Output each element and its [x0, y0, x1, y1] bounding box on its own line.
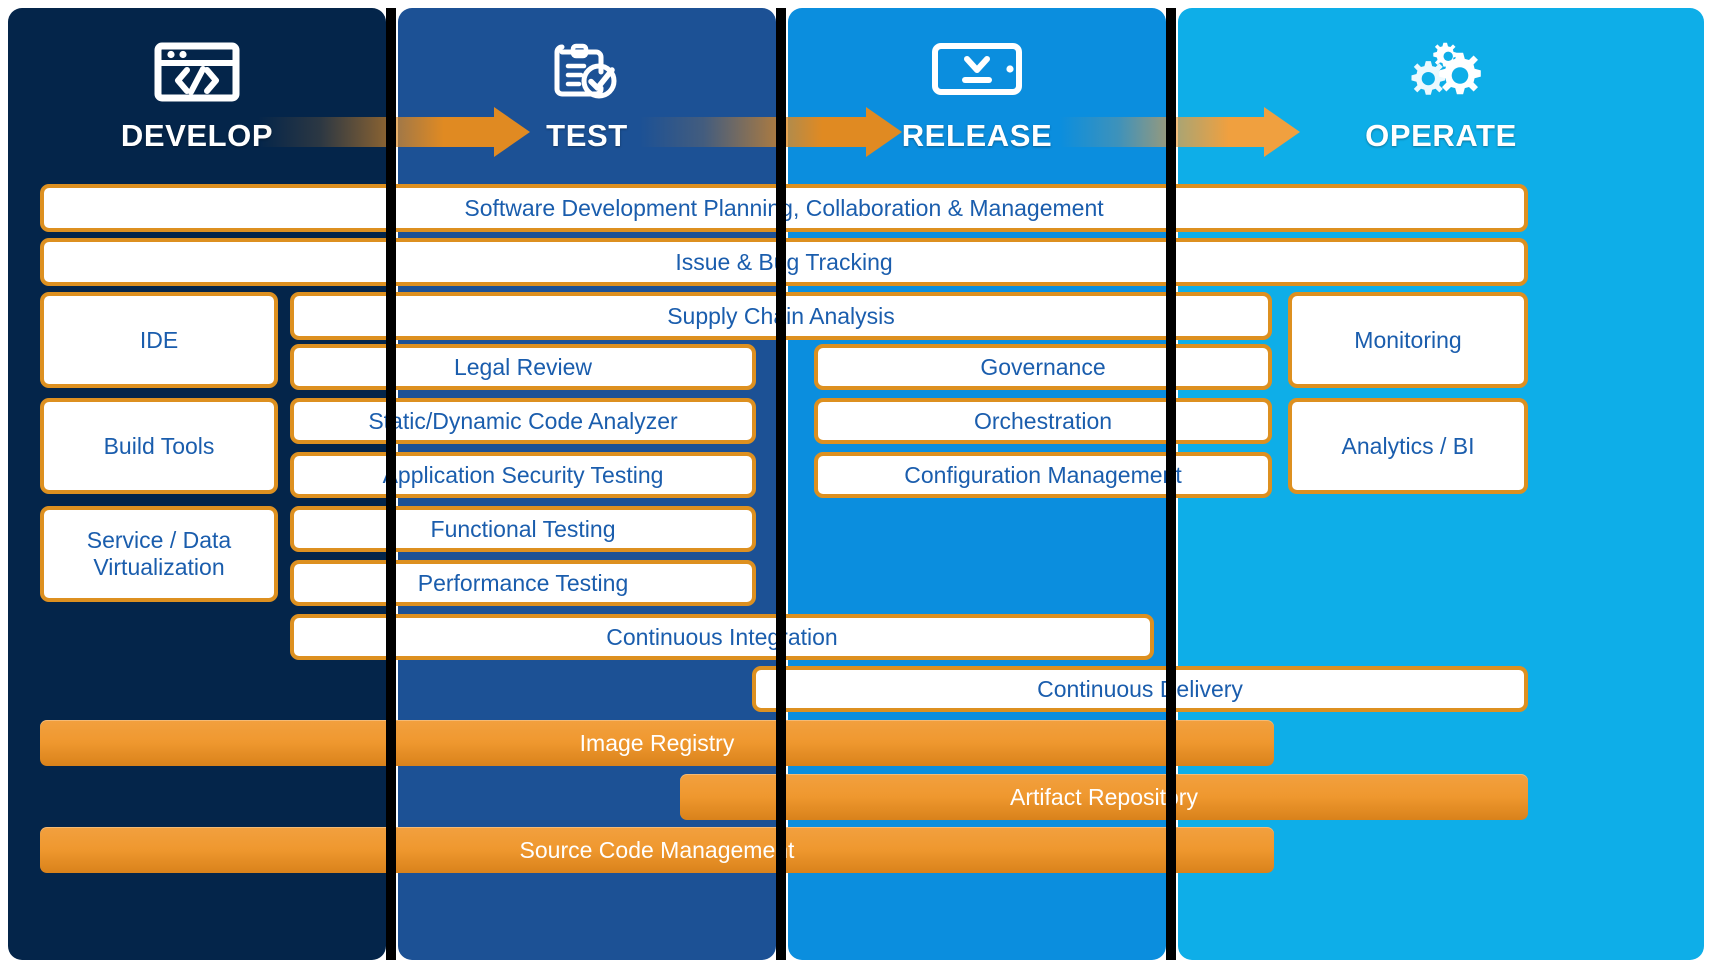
box-ide[interactable]: IDE [40, 292, 278, 388]
box-label: Performance Testing [417, 569, 629, 596]
box-label: Analytics / BI [1341, 432, 1475, 459]
box-label: Build Tools [103, 432, 215, 459]
box-label: Continuous Integration [606, 623, 838, 650]
bar-image-registry[interactable]: Image Registry [40, 720, 1274, 766]
device-download-icon [788, 42, 1166, 96]
box-label: Functional Testing [430, 515, 616, 542]
box-label: Service / Data Virtualization [86, 526, 232, 580]
stage-title-release: RELEASE [901, 118, 1053, 153]
box-service-data-virtualization[interactable]: Service / Data Virtualization [40, 506, 278, 602]
box-label: Governance [980, 353, 1106, 380]
box-governance[interactable]: Governance [814, 344, 1272, 390]
gears-icon [1178, 42, 1704, 104]
bar-source-code-management[interactable]: Source Code Management [40, 827, 1274, 873]
box-label: IDE [139, 326, 179, 353]
bar-label: Image Registry [579, 729, 735, 756]
box-monitoring[interactable]: Monitoring [1288, 292, 1528, 388]
box-label: Application Security Testing [382, 461, 664, 488]
box-static-dynamic-code-analyzer[interactable]: Static/Dynamic Code Analyzer [290, 398, 756, 444]
box-configuration-management[interactable]: Configuration Management [814, 452, 1272, 498]
box-label: Legal Review [453, 353, 593, 380]
bar-artifact-repository[interactable]: Artifact Repository [680, 774, 1528, 820]
box-label: Monitoring [1354, 326, 1462, 353]
stage-title-test: TEST [546, 118, 628, 153]
box-label: Static/Dynamic Code Analyzer [368, 407, 678, 434]
separator-release-operate [1166, 8, 1176, 960]
stage-title-operate: OPERATE [1365, 118, 1517, 153]
box-functional-testing[interactable]: Functional Testing [290, 506, 756, 552]
clipboard-check-icon [398, 42, 776, 104]
devops-pipeline-diagram: DEVELOP TEST RELEASE OPERATE Software De… [0, 0, 1712, 968]
box-legal-review[interactable]: Legal Review [290, 344, 756, 390]
box-label: Orchestration [973, 407, 1113, 434]
box-continuous-integration[interactable]: Continuous Integration [290, 614, 1154, 660]
box-label: Configuration Management [904, 461, 1182, 488]
box-label: Continuous Delivery [1037, 675, 1243, 702]
box-application-security-testing[interactable]: Application Security Testing [290, 452, 756, 498]
box-performance-testing[interactable]: Performance Testing [290, 560, 756, 606]
box-orchestration[interactable]: Orchestration [814, 398, 1272, 444]
box-analytics-bi[interactable]: Analytics / BI [1288, 398, 1528, 494]
separator-develop-test [386, 8, 396, 960]
separator-test-release [776, 8, 786, 960]
box-build-tools[interactable]: Build Tools [40, 398, 278, 494]
stage-title-develop: DEVELOP [120, 118, 274, 153]
bar-label: Source Code Management [519, 836, 795, 863]
box-continuous-delivery[interactable]: Continuous Delivery [752, 666, 1528, 712]
code-window-icon [8, 42, 386, 102]
